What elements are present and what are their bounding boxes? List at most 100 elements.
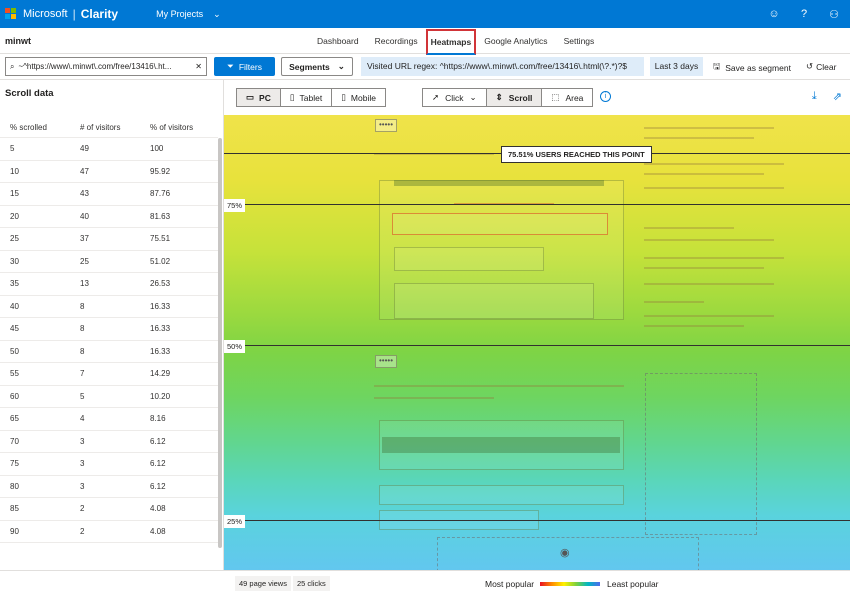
segments-dropdown[interactable]: Segments ⌄ bbox=[281, 57, 353, 76]
download-icon[interactable]: ⤓ bbox=[812, 90, 817, 103]
save-segment-button[interactable]: 🖫 Save as segment bbox=[713, 61, 791, 75]
cell-visitors-count: 43 bbox=[80, 189, 89, 199]
table-row: 35 13 26.53 bbox=[0, 273, 218, 296]
table-row: 80 3 6.12 bbox=[0, 476, 218, 498]
device-mobile-button[interactable]: ▯ Mobile bbox=[332, 89, 385, 106]
cell-visitors-count: 25 bbox=[80, 256, 89, 266]
tab-heatmaps[interactable]: Heatmaps bbox=[425, 29, 477, 55]
url-search-input[interactable]: ⌕ ~^https://www\.minwt\.com/free/13416\.… bbox=[5, 57, 207, 76]
scroll-heatmap[interactable]: ••••• ••••• ◉ 75.51% USERS REACHED THIS … bbox=[224, 115, 850, 570]
cell-visitors-count: 47 bbox=[80, 166, 89, 176]
my-projects-label: My Projects bbox=[156, 9, 204, 19]
tab-google-analytics[interactable]: Google Analytics bbox=[476, 30, 555, 52]
table-row: 5 49 100 bbox=[0, 138, 218, 161]
cell-visitors-percent: 16.33 bbox=[150, 346, 171, 356]
project-nav: minwt Dashboard Recordings Heatmaps Goog… bbox=[0, 28, 850, 55]
col-percent-scrolled[interactable]: % scrolled bbox=[0, 123, 70, 132]
page-sidebar-preview bbox=[644, 283, 774, 285]
tab-settings[interactable]: Settings bbox=[556, 30, 603, 52]
section-handle[interactable]: ••••• bbox=[375, 119, 397, 132]
my-projects-dropdown[interactable]: My Projects ⌄ bbox=[156, 9, 221, 20]
tab-recordings[interactable]: Recordings bbox=[367, 30, 426, 52]
cell-visitors-percent: 26.53 bbox=[150, 279, 171, 289]
page-sidebar-preview bbox=[644, 137, 754, 139]
tab-dashboard[interactable]: Dashboard bbox=[309, 30, 367, 52]
device-pc-label: PC bbox=[259, 92, 271, 103]
cell-visitors-count: 3 bbox=[80, 459, 85, 469]
mode-scroll-button[interactable]: ⇕ Scroll bbox=[486, 89, 543, 106]
popularity-legend-gradient bbox=[540, 582, 600, 586]
clear-button[interactable]: ↺ Clear bbox=[806, 61, 836, 72]
marker-line-75 bbox=[224, 204, 850, 205]
cell-visitors-count: 7 bbox=[80, 369, 85, 379]
page-sidebar-preview bbox=[644, 227, 734, 229]
cell-percent-scrolled: 20 bbox=[10, 211, 19, 221]
filter-icon: ⏷ bbox=[227, 61, 234, 71]
cell-percent-scrolled: 15 bbox=[10, 189, 19, 199]
marker-label-75: 75% bbox=[224, 199, 246, 212]
cell-percent-scrolled: 50 bbox=[10, 346, 19, 356]
url-regex-filter-chip[interactable]: Visited URL regex: ^https://www\.minwt\.… bbox=[361, 57, 644, 76]
chevron-down-icon: ⌄ bbox=[337, 61, 345, 71]
cell-visitors-percent: 4.08 bbox=[150, 526, 166, 536]
col-visitors-count[interactable]: # of visitors bbox=[70, 123, 140, 132]
section-handle[interactable]: ••••• bbox=[375, 355, 397, 368]
cell-visitors-count: 40 bbox=[80, 211, 89, 221]
mode-area-button[interactable]: ⬚ Area bbox=[542, 89, 592, 106]
cell-percent-scrolled: 60 bbox=[10, 391, 19, 401]
panel-title: Scroll data bbox=[5, 88, 54, 99]
col-visitors-percent[interactable]: % of visitors bbox=[140, 123, 210, 132]
cell-percent-scrolled: 10 bbox=[10, 166, 19, 176]
table-row: 45 8 16.33 bbox=[0, 318, 218, 341]
appbar-actions: ☺ ? ⚇ bbox=[766, 0, 842, 28]
clear-label: Clear bbox=[816, 61, 837, 72]
cell-visitors-count: 13 bbox=[80, 279, 89, 289]
table-row: 55 7 14.29 bbox=[0, 363, 218, 386]
panel-scrollbar[interactable] bbox=[218, 138, 222, 548]
microsoft-logo-icon bbox=[5, 8, 17, 20]
cell-visitors-count: 37 bbox=[80, 234, 89, 244]
cell-visitors-percent: 51.02 bbox=[150, 256, 171, 266]
cell-visitors-count: 2 bbox=[80, 526, 85, 536]
smiley-icon[interactable]: ☺ bbox=[766, 8, 782, 20]
share-icon[interactable]: ⇗ bbox=[833, 90, 842, 103]
page-gallery-preview bbox=[394, 283, 594, 319]
cell-percent-scrolled: 65 bbox=[10, 414, 19, 424]
page-banner-preview bbox=[382, 437, 620, 453]
page-sidebar-preview bbox=[644, 127, 774, 129]
page-sidebar-preview bbox=[644, 239, 774, 241]
date-range-chip[interactable]: Last 3 days bbox=[650, 57, 703, 76]
search-icon: ⌕ bbox=[10, 61, 15, 71]
table-row: 10 47 95.92 bbox=[0, 161, 218, 183]
page-text-preview bbox=[374, 397, 494, 399]
product-name[interactable]: Clarity bbox=[81, 7, 118, 21]
cell-visitors-percent: 81.63 bbox=[150, 211, 171, 221]
cell-visitors-percent: 75.51 bbox=[150, 234, 171, 244]
device-pc-button[interactable]: ▭ PC bbox=[237, 89, 281, 106]
scroll-data-table: % scrolled # of visitors % of visitors 5… bbox=[0, 118, 218, 543]
cell-visitors-count: 3 bbox=[80, 481, 85, 491]
close-icon[interactable]: ✕ bbox=[195, 62, 202, 71]
page-views-badge: 49 page views bbox=[235, 576, 291, 591]
info-icon[interactable]: i bbox=[600, 91, 611, 102]
cell-visitors-count: 5 bbox=[80, 391, 85, 401]
cell-visitors-percent: 95.92 bbox=[150, 166, 171, 176]
mode-scroll-label: Scroll bbox=[508, 92, 533, 103]
mode-click-button[interactable]: ➚ Click ⌄ bbox=[423, 89, 487, 106]
page-sidebar-preview bbox=[644, 301, 704, 303]
page-text-preview bbox=[374, 385, 624, 387]
user-icon[interactable]: ⚇ bbox=[826, 8, 842, 21]
reach-badge: 75.51% USERS REACHED THIS POINT bbox=[501, 146, 652, 163]
page-sidebar-preview bbox=[644, 187, 784, 189]
cell-visitors-count: 49 bbox=[80, 144, 89, 154]
status-bar: 49 page views 25 clicks Most popular Lea… bbox=[0, 570, 850, 595]
help-icon[interactable]: ? bbox=[796, 8, 812, 20]
cell-visitors-count: 8 bbox=[80, 346, 85, 356]
filters-button[interactable]: ⏷ Filters bbox=[214, 57, 275, 76]
device-tablet-button[interactable]: ▯ Tablet bbox=[281, 89, 333, 106]
table-row: 50 8 16.33 bbox=[0, 341, 218, 363]
cell-percent-scrolled: 55 bbox=[10, 369, 19, 379]
cell-percent-scrolled: 5 bbox=[10, 144, 15, 154]
cell-percent-scrolled: 90 bbox=[10, 526, 19, 536]
page-menu-preview bbox=[379, 485, 624, 505]
